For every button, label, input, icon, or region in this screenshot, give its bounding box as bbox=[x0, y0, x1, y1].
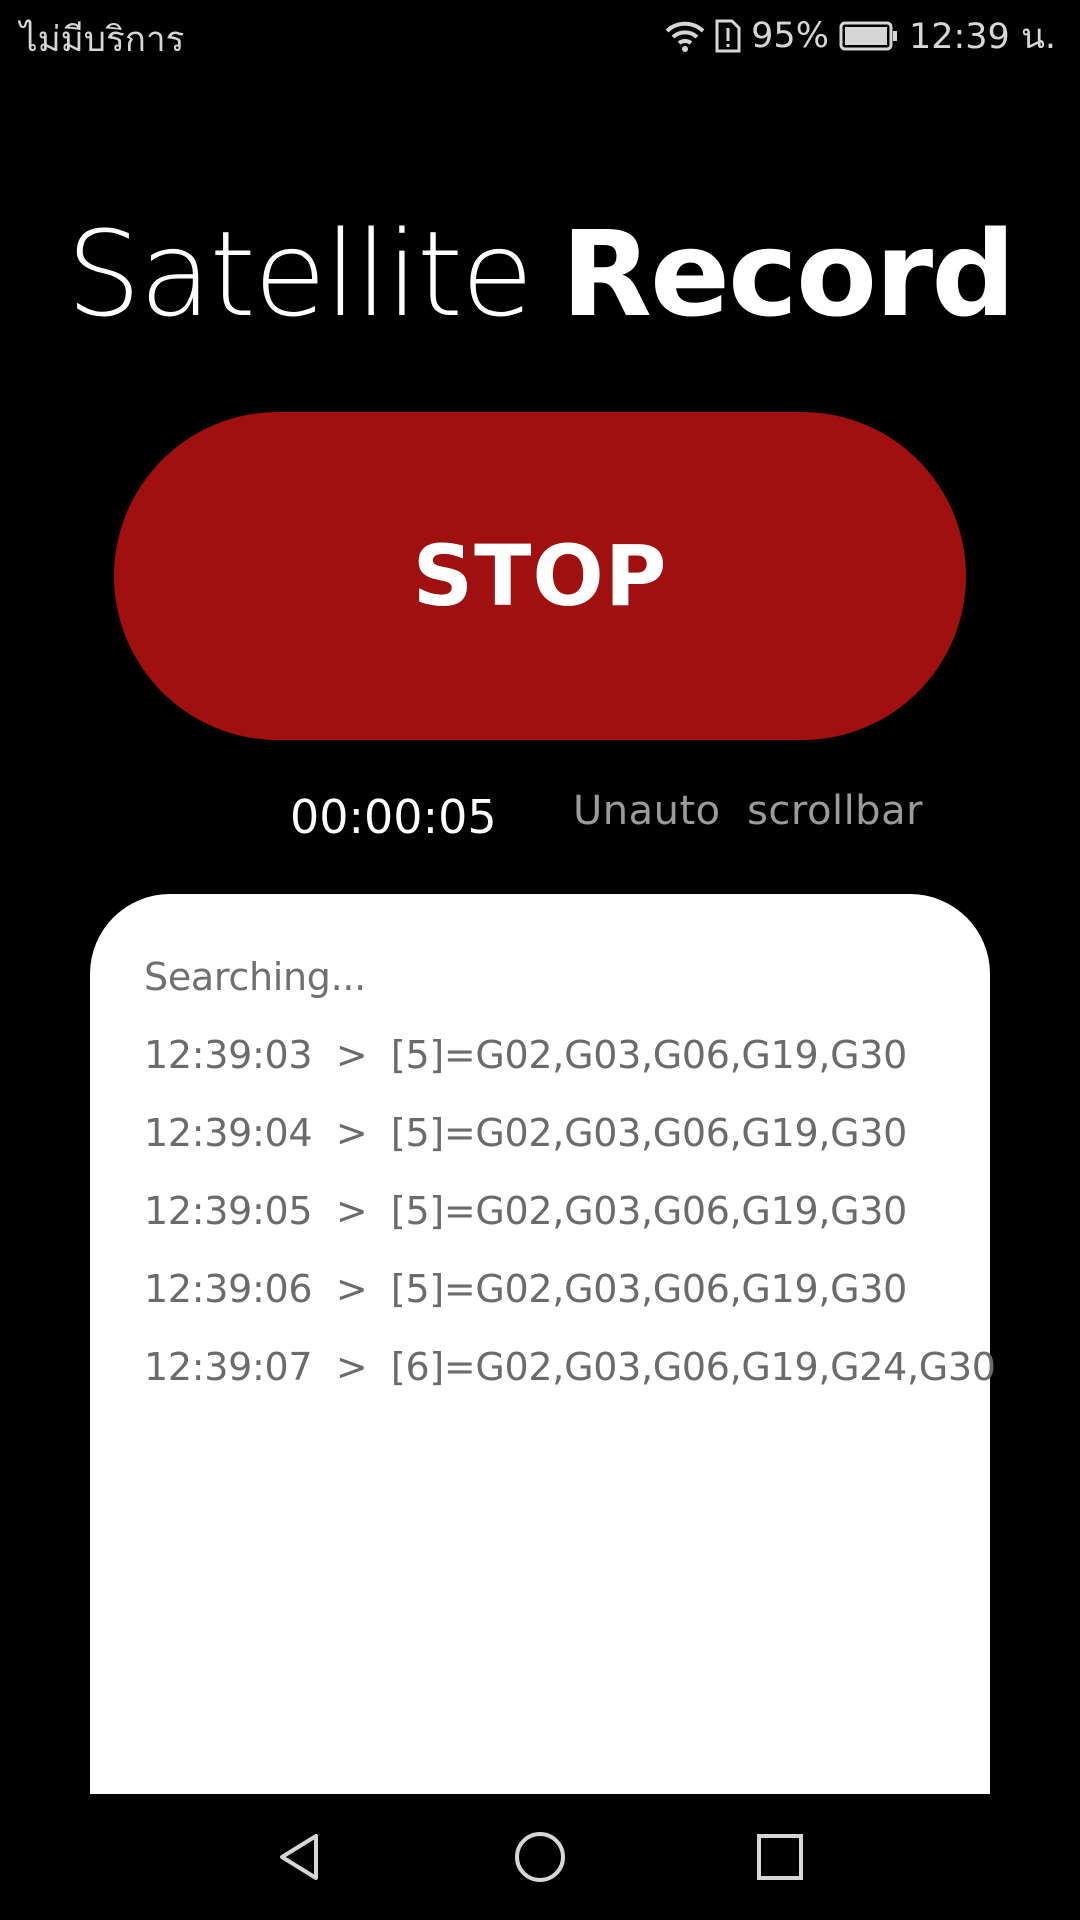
app-title-bold: Record bbox=[561, 205, 1016, 343]
carrier-label: ไม่มีบริการ bbox=[20, 20, 185, 60]
battery-icon bbox=[839, 21, 899, 51]
navigation-bar bbox=[0, 1794, 1080, 1920]
battery-percent: 95% bbox=[751, 16, 829, 56]
clock: 12:39 น. bbox=[908, 16, 1056, 57]
stop-button-label: STOP bbox=[412, 527, 668, 625]
screen: ไม่มีบริการ 95% 12:39 น. Satellite Recor… bbox=[0, 0, 1080, 1920]
home-icon[interactable] bbox=[507, 1824, 573, 1890]
log-line: 12:39:06 > [5]=G02,G03,G06,G19,G30 bbox=[144, 1267, 908, 1311]
wifi-icon bbox=[665, 19, 705, 53]
log-status: Searching... bbox=[144, 955, 366, 999]
unauto-scrollbar-toggle[interactable]: Unauto scrollbar bbox=[573, 788, 923, 834]
status-indicators: 95% 12:39 น. bbox=[665, 12, 1056, 60]
back-icon[interactable] bbox=[266, 1824, 332, 1890]
log-line: 12:39:07 > [6]=G02,G03,G06,G19,G24,G30 bbox=[144, 1345, 996, 1389]
sim-alert-icon bbox=[715, 19, 741, 53]
log-line: 12:39:03 > [5]=G02,G03,G06,G19,G30 bbox=[144, 1033, 908, 1077]
app-title: Satellite Record bbox=[0, 215, 1080, 333]
status-bar: ไม่มีบริการ 95% 12:39 น. bbox=[0, 0, 1080, 72]
elapsed-timer: 00:00:05 bbox=[290, 790, 497, 844]
log-line: 12:39:04 > [5]=G02,G03,G06,G19,G30 bbox=[144, 1111, 908, 1155]
app-title-light: Satellite bbox=[66, 205, 533, 343]
stop-button[interactable]: STOP bbox=[114, 412, 966, 740]
log-line: 12:39:05 > [5]=G02,G03,G06,G19,G30 bbox=[144, 1189, 908, 1233]
log-panel[interactable]: Searching... 12:39:03 > [5]=G02,G03,G06,… bbox=[90, 894, 996, 1794]
recents-icon[interactable] bbox=[747, 1824, 813, 1890]
